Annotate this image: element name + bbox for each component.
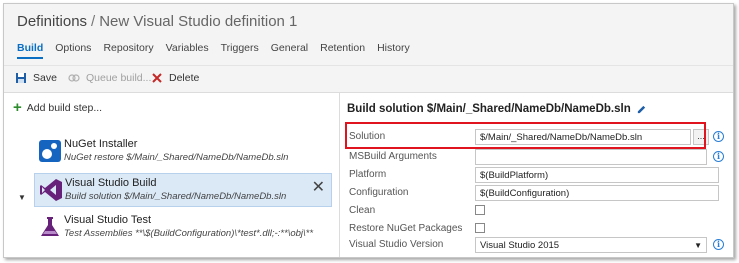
add-build-step-label: Add build step... (26, 102, 103, 114)
build-step-nuget[interactable]: NuGet Installer NuGet restore $/Main/_Sh… (34, 135, 332, 169)
queue-build-label: Queue build... (86, 72, 152, 84)
step-title: Visual Studio Test (64, 214, 152, 226)
tab-build[interactable]: Build (17, 42, 44, 59)
tab-retention[interactable]: Retention (320, 42, 365, 54)
clean-checkbox[interactable] (475, 205, 485, 215)
queue-build-icon (68, 74, 80, 82)
breadcrumb: Definitions / New Visual Studio definition… (17, 13, 297, 30)
visual-studio-version-row: Visual Studio Version Visual Studio 2015… (347, 237, 727, 254)
breadcrumb-root[interactable]: Definitions (17, 13, 87, 30)
save-label: Save (33, 72, 57, 84)
configuration-label: Configuration (349, 187, 409, 198)
build-steps-panel: + Add build step... NuGet Installer NuGe… (4, 93, 340, 257)
delete-icon (152, 73, 162, 83)
platform-input[interactable]: $(BuildPlatform) (475, 167, 719, 183)
info-icon[interactable]: i (713, 239, 724, 250)
configuration-input[interactable]: $(BuildConfiguration) (475, 185, 719, 201)
tab-history[interactable]: History (377, 42, 410, 54)
step-title: Visual Studio Build (65, 177, 157, 189)
msbuild-arguments-row: MSBuild Arguments i (347, 149, 727, 166)
restore-nuget-label: Restore NuGet Packages (349, 223, 463, 234)
breadcrumb-separator: / (91, 13, 96, 30)
clean-label: Clean (349, 205, 376, 216)
save-button[interactable]: Save (15, 72, 57, 84)
tab-general[interactable]: General (271, 42, 308, 54)
solution-highlight-box (345, 122, 706, 149)
tab-bar: Build Options Repository Variables Trigg… (17, 42, 422, 59)
expand-caret-icon[interactable]: ▼ (18, 193, 26, 202)
restore-nuget-row: Restore NuGet Packages (347, 221, 727, 238)
queue-build-button[interactable]: Queue build... (68, 72, 151, 84)
breadcrumb-current: New Visual Studio definition 1 (99, 13, 298, 30)
step-title: NuGet Installer (64, 138, 138, 150)
nuget-icon (39, 140, 61, 162)
info-icon[interactable]: i (713, 151, 724, 162)
restore-nuget-checkbox[interactable] (475, 223, 485, 233)
add-build-step-button[interactable]: + Add build step... (13, 99, 103, 116)
toolbar: Save Queue build... Delete (4, 65, 733, 91)
info-icon[interactable]: i (713, 131, 724, 142)
step-details-panel: Build solution $/Main/_Shared/NameDb/Nam… (341, 93, 733, 257)
plus-icon: + (13, 99, 22, 116)
step-subtitle: Build solution $/Main/_Shared/NameDb/Nam… (65, 191, 287, 202)
pencil-icon[interactable] (636, 104, 647, 115)
delete-button[interactable]: Delete (151, 72, 199, 84)
platform-label: Platform (349, 169, 387, 180)
step-subtitle: NuGet restore $/Main/_Shared/NameDb/Name… (64, 152, 289, 163)
header: Definitions / New Visual Studio definition… (4, 4, 733, 93)
visual-studio-version-value: Visual Studio 2015 (480, 240, 560, 251)
tab-repository[interactable]: Repository (103, 42, 153, 54)
msbuild-arguments-input[interactable] (475, 149, 707, 165)
step-subtitle: Test Assemblies **\$(BuildConfiguration)… (64, 228, 314, 239)
visual-studio-version-label: Visual Studio Version (349, 239, 444, 250)
step-details-title-text: Build solution $/Main/_Shared/NameDb/Nam… (347, 103, 631, 115)
configuration-row: Configuration $(BuildConfiguration) (347, 185, 727, 202)
flask-icon (41, 217, 59, 236)
platform-row: Platform $(BuildPlatform) (347, 167, 727, 184)
dropdown-arrow-icon: ▼ (694, 241, 702, 250)
tab-triggers[interactable]: Triggers (221, 42, 259, 54)
build-step-visual-studio-test[interactable]: Visual Studio Test Test Assemblies **\$(… (34, 211, 332, 245)
step-details-title: Build solution $/Main/_Shared/NameDb/Nam… (347, 103, 647, 115)
build-step-visual-studio-build[interactable]: Visual Studio Build Build solution $/Mai… (34, 173, 332, 207)
tab-options[interactable]: Options (55, 42, 91, 54)
save-icon (16, 73, 26, 83)
remove-step-close-icon[interactable]: ✕ (312, 180, 325, 196)
msbuild-arguments-label: MSBuild Arguments (349, 151, 437, 162)
build-definition-window: Definitions / New Visual Studio definition… (3, 3, 734, 258)
delete-label: Delete (169, 72, 200, 84)
tab-variables[interactable]: Variables (166, 42, 209, 54)
visual-studio-version-select[interactable]: Visual Studio 2015 ▼ (475, 237, 707, 253)
clean-row: Clean (347, 203, 727, 220)
visual-studio-icon (40, 179, 62, 201)
